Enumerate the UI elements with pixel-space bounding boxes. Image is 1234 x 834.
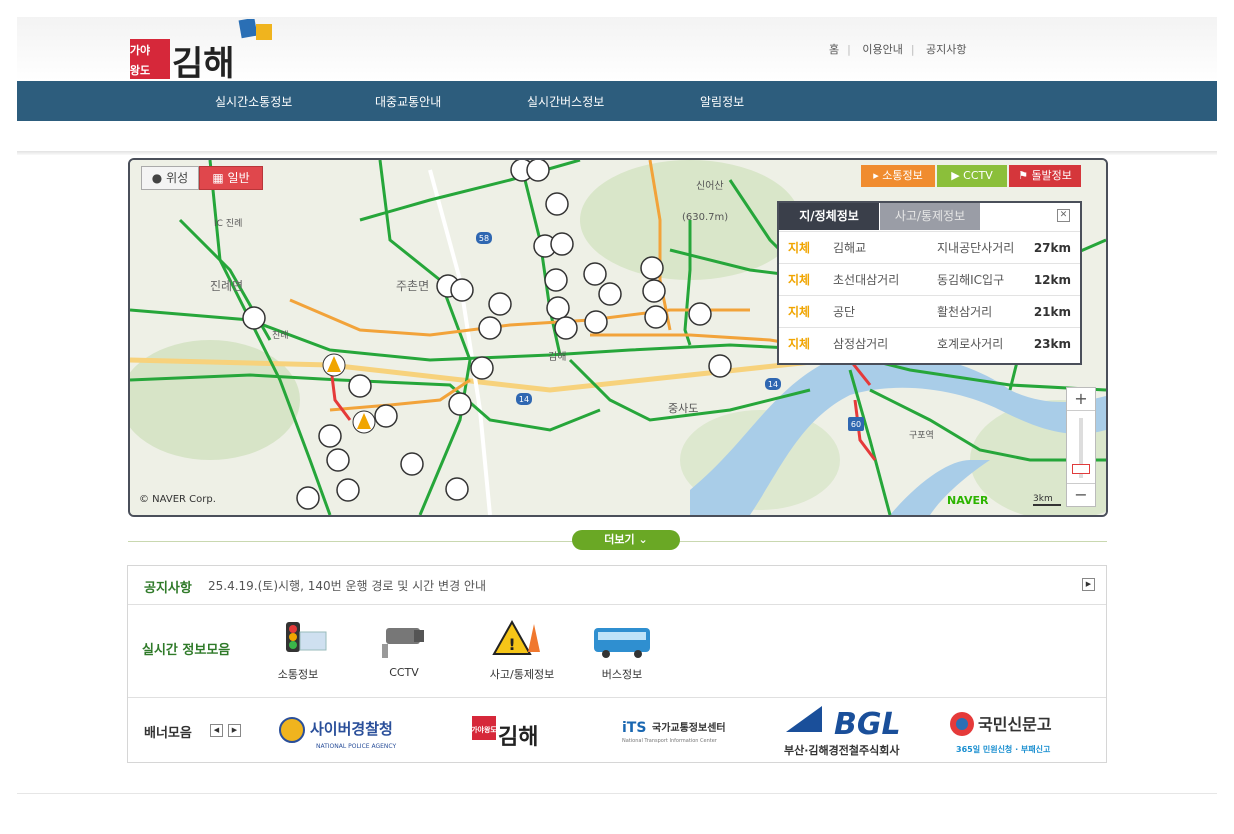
label-shinesan: 신어산 <box>696 180 724 192</box>
home-link[interactable]: 홈 <box>829 43 839 56</box>
label-jinrye2: 진례 <box>272 330 289 341</box>
congestion-panel: 지/정체정보 사고/통제정보 ✕ 지체 김해교 지내공단사거리 27km 지체 … <box>777 201 1082 365</box>
zoom-in-button[interactable]: + <box>1067 388 1095 411</box>
camera-icon: ▶ <box>951 169 960 182</box>
banner-sinmungo-sub: 365일 민원신청 · 부패신고 <box>956 744 1051 754</box>
logo-small-2: 왕도 <box>130 63 150 77</box>
bus-icon <box>594 628 650 658</box>
banner-police[interactable]: 사이버경찰청 NATIONAL POLICE AGENCY <box>276 702 416 758</box>
route-14b: 14 <box>768 380 778 389</box>
nav-public-transport[interactable]: 대중교통안내 <box>375 93 441 110</box>
label-jungsado: 중사도 <box>668 402 698 415</box>
realtime-traffic-link[interactable]: 소통정보 <box>248 618 348 682</box>
zoom-out-button[interactable]: − <box>1067 483 1095 506</box>
banner-its[interactable]: iTS 국가교통정보센터 National Transport Informat… <box>620 702 750 758</box>
banner-sinmungo[interactable]: 국민신문고 365일 민원신청 · 부패신고 <box>946 702 1086 758</box>
congestion-row[interactable]: 지체 김해교 지내공단사거리 27km <box>779 231 1080 264</box>
banner-gimhae-text: 김해 <box>498 725 538 750</box>
logo-main: 김해 <box>172 44 235 81</box>
naver-logo[interactable]: NAVER <box>947 494 988 507</box>
utility-links: 홈 | 이용안내 | 공지사항 <box>829 43 967 56</box>
svg-text:iTS: iTS <box>622 720 646 736</box>
banner-its-text: 국가교통정보센터 <box>652 721 726 734</box>
zoom-control: + − <box>1066 387 1096 507</box>
global-nav: 실시간소통정보 대중교통안내 실시간버스정보 알림정보 <box>17 81 1217 121</box>
warning-sign-icon: ! <box>492 619 540 655</box>
banner-title: 배너모음 <box>144 726 192 741</box>
label-jinrye: 진례면 <box>210 279 243 293</box>
banner-prev-icon[interactable]: ◀ <box>210 724 223 737</box>
realtime-title: 실시간 정보모음 <box>142 643 231 658</box>
close-icon[interactable]: ✕ <box>1057 209 1070 222</box>
banner-police-sub: NATIONAL POLICE AGENCY <box>316 743 396 750</box>
congestion-row[interactable]: 지체 공단 활천삼거리 21km <box>779 295 1080 328</box>
general-view-button[interactable]: ▦ 일반 <box>199 166 263 190</box>
logo-small-1: 가야 <box>130 43 150 57</box>
speaker-icon: ▸ <box>873 169 879 182</box>
banner-bgl-sub: 부산·김해경전철주식회사 <box>784 743 900 757</box>
banner-gimhae[interactable]: 가야왕도 김해 <box>470 702 580 758</box>
label-shinesan-height: (630.7m) <box>682 212 728 223</box>
nav-realtime-bus[interactable]: 실시간버스정보 <box>527 93 604 110</box>
label-gupo: 구포역 <box>909 430 934 441</box>
banner-sinmungo-text: 국민신문고 <box>978 715 1052 734</box>
zoom-slider-handle[interactable] <box>1072 464 1090 474</box>
traffic-light-icon <box>286 622 327 652</box>
page-frame: 가야 왕도 김해 홈 | 이용안내 | 공지사항 실시간소통정보 대중교통안내 실시… <box>17 17 1217 834</box>
cctv-camera-icon <box>382 628 424 658</box>
gimhae-logo[interactable]: 가야 왕도 김해 <box>128 17 288 84</box>
more-button[interactable]: 더보기 ⌄ <box>572 530 680 550</box>
label-gimhae: 김해 <box>548 350 566 363</box>
banner-police-text: 사이버경찰청 <box>310 720 393 738</box>
map-scale: 3km <box>1033 494 1061 506</box>
tab-accident[interactable]: 사고/통제정보 <box>880 203 980 230</box>
pin-icon: ● <box>151 171 163 185</box>
notice-link[interactable]: 공지사항 <box>926 43 966 56</box>
divider <box>128 604 1106 605</box>
congestion-row[interactable]: 지체 초선대삼거리 동김해IC입구 12km <box>779 263 1080 296</box>
map-copyright: © NAVER Corp. <box>139 494 216 505</box>
banner-next-icon[interactable]: ▶ <box>228 724 241 737</box>
label-jinrye-ic: IC 진례 <box>214 218 242 229</box>
route-14a: 14 <box>519 395 529 404</box>
guide-link[interactable]: 이용안내 <box>862 43 902 56</box>
nav-realtime-traffic[interactable]: 실시간소통정보 <box>215 93 292 110</box>
label-juchon: 주촌면 <box>396 279 429 293</box>
realtime-cctv-link[interactable]: CCTV <box>354 618 454 679</box>
banner-gimhae-sub: 가야왕도 <box>471 725 497 734</box>
site-header: 가야 왕도 김해 홈 | 이용안내 | 공지사항 <box>17 17 1217 84</box>
congestion-row[interactable]: 지체 삼정삼거리 호계로사거리 23km <box>779 327 1080 360</box>
route-58: 58 <box>479 234 489 243</box>
notice-next-icon[interactable]: ▶ <box>1082 578 1095 591</box>
banner-bgl[interactable]: BGL 부산·김해경전철주식회사 <box>782 702 918 758</box>
svg-text:!: ! <box>508 635 515 654</box>
map-icon: ▦ <box>212 171 224 185</box>
route-60: 60 <box>851 420 861 429</box>
header-divider <box>17 151 1217 155</box>
footer-divider <box>17 793 1217 794</box>
traffic-map[interactable]: 58 14 14 60 신어산 (630.7m) 주촌면 진례면 IC 진례 진… <box>128 158 1108 517</box>
realtime-accident-link[interactable]: ! 사고/통제정보 <box>472 618 572 682</box>
incident-layer-button[interactable]: ⚑ 돌발정보 <box>1009 165 1081 187</box>
tab-congestion[interactable]: 지/정체정보 <box>779 203 879 230</box>
divider <box>128 697 1106 698</box>
traffic-layer-button[interactable]: ▸ 소통정보 <box>861 165 935 187</box>
satellite-view-button[interactable]: ● 위성 <box>141 166 199 190</box>
banner-its-sub: National Transport Information Center <box>622 738 718 744</box>
notice-headline[interactable]: 25.4.19.(토)시행, 140번 운행 경로 및 시간 변경 안내 <box>208 577 486 594</box>
info-box: 공지사항 25.4.19.(토)시행, 140번 운행 경로 및 시간 변경 안… <box>127 565 1107 763</box>
flag-icon: ⚑ <box>1018 169 1028 182</box>
nav-notifications[interactable]: 알림정보 <box>700 93 744 110</box>
notice-title: 공지사항 <box>144 581 192 596</box>
chevron-down-icon: ⌄ <box>638 533 648 546</box>
cctv-layer-button[interactable]: ▶ CCTV <box>937 165 1007 187</box>
banner-bgl-text: BGL <box>834 707 901 742</box>
realtime-bus-link[interactable]: 버스정보 <box>572 618 672 682</box>
